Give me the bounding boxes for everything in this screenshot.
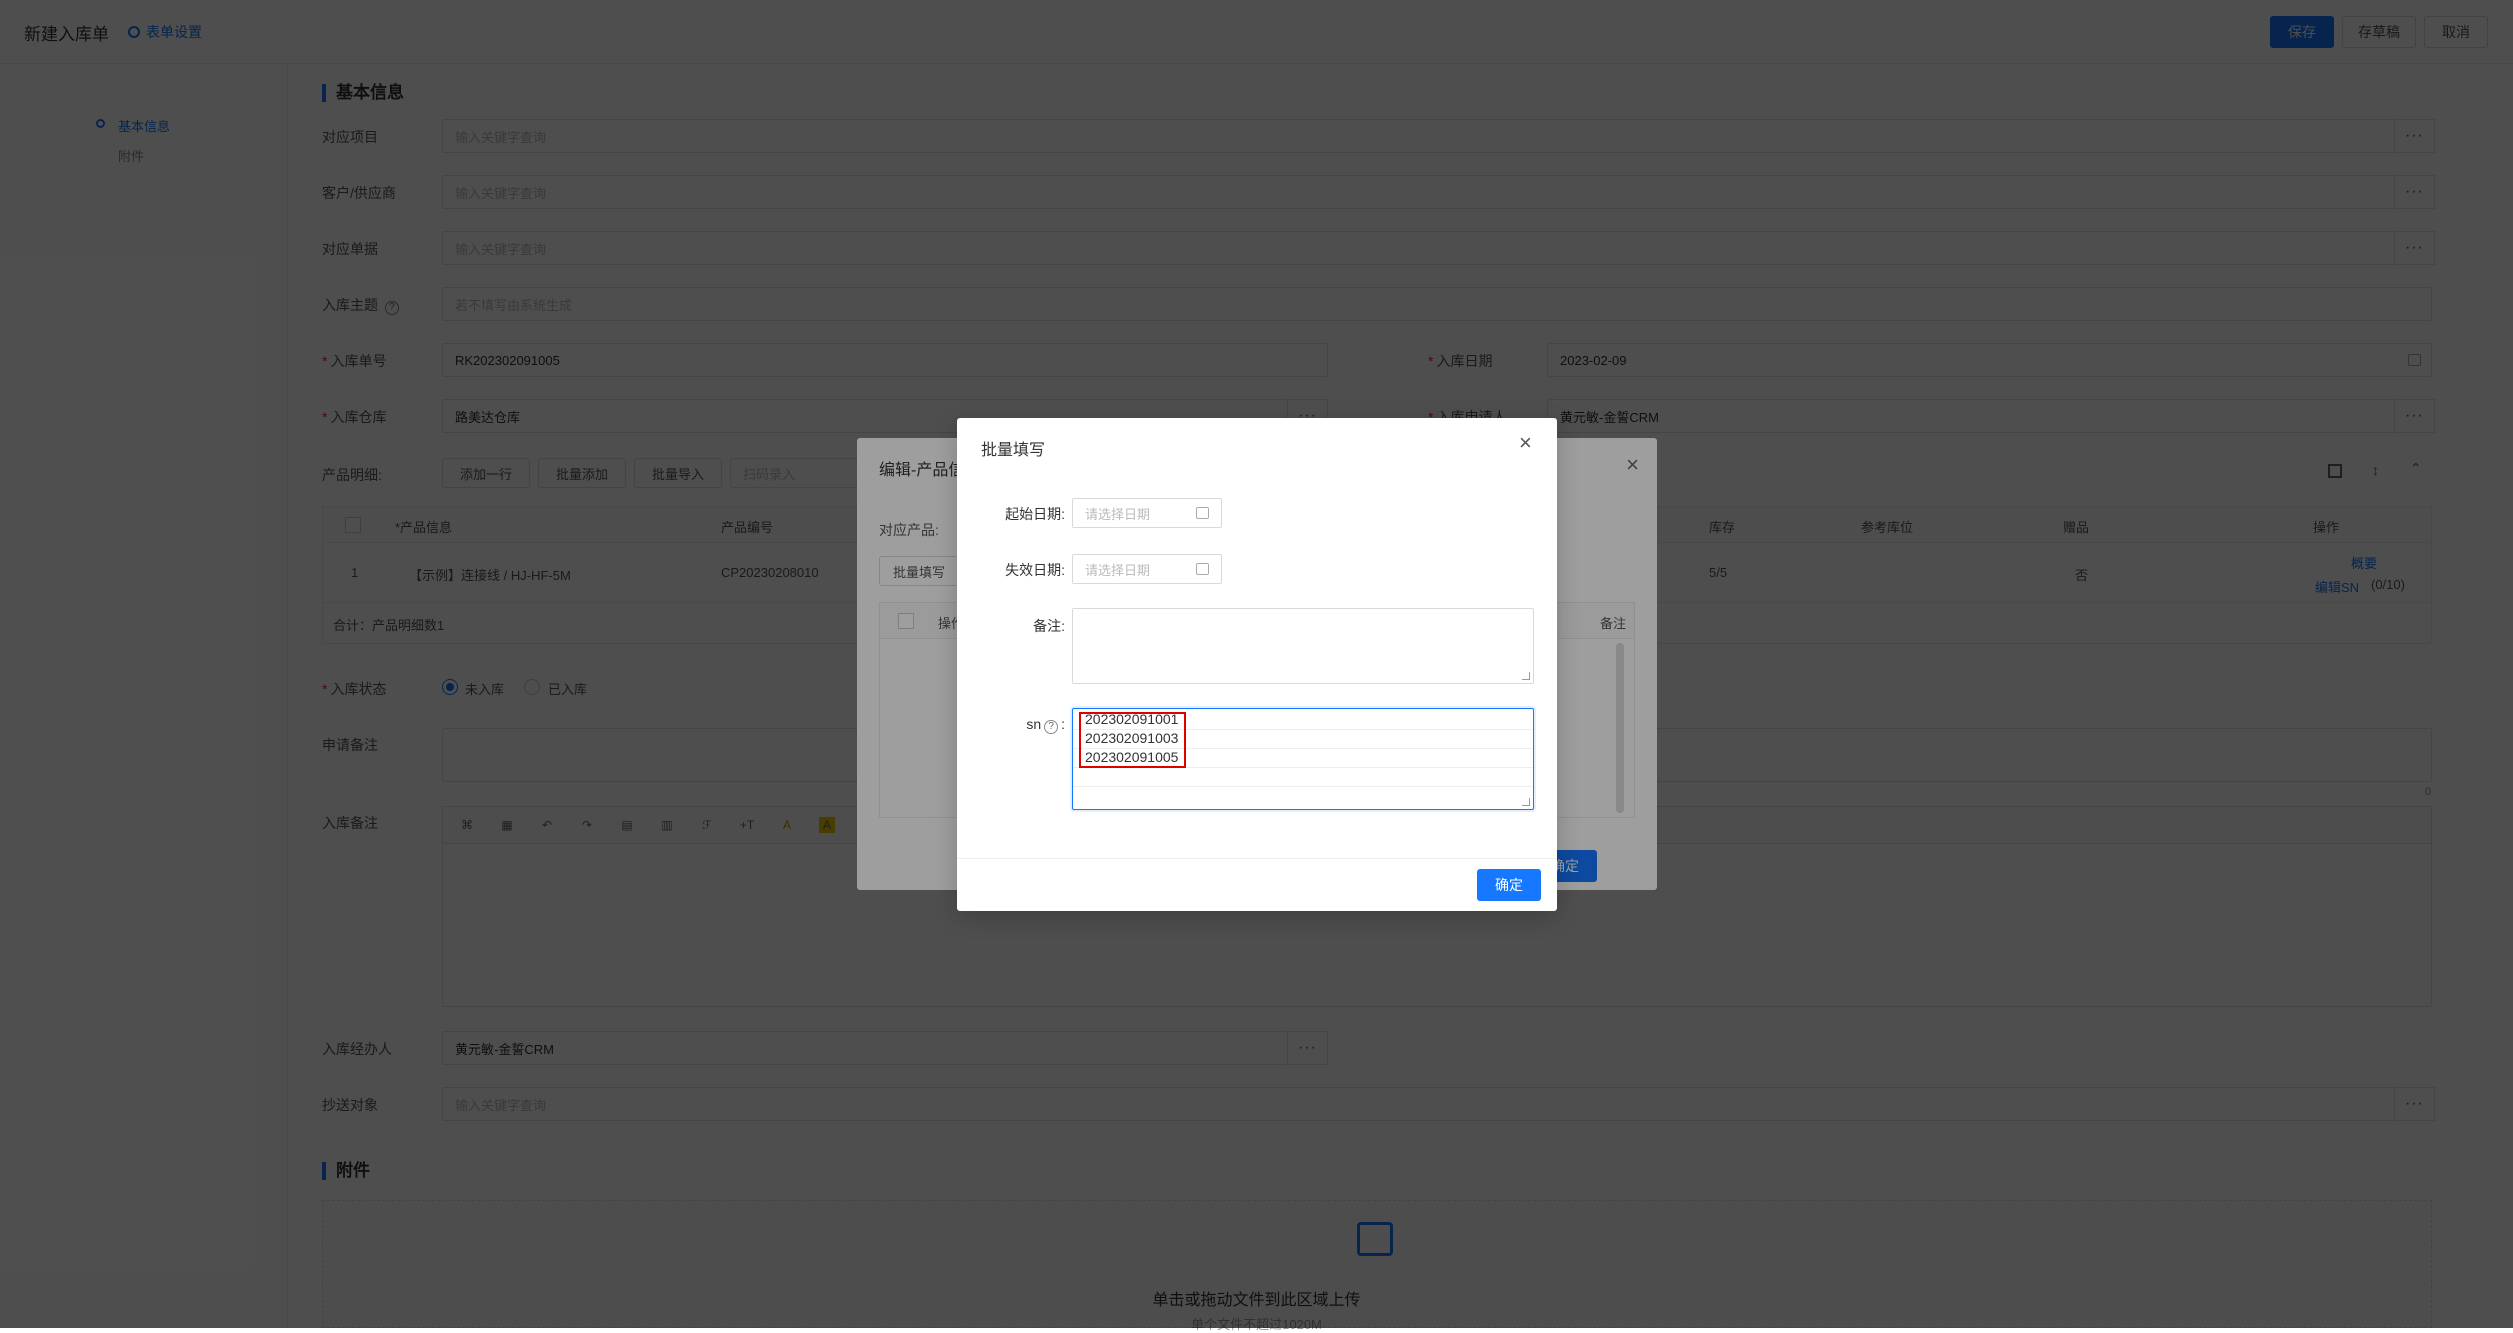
start-date-picker[interactable]: 请选择日期 — [1072, 498, 1222, 528]
remark-textarea[interactable] — [1072, 608, 1534, 684]
calendar-icon — [1196, 563, 1209, 575]
batch-dialog-close-icon[interactable]: × — [1519, 430, 1532, 456]
remark-label: 备注: — [1033, 618, 1065, 634]
help-icon: ? — [1044, 720, 1059, 734]
start-date-label: 起始日期: — [1005, 506, 1065, 522]
dialog-footer-divider — [957, 858, 1557, 859]
batch-dialog-ok-button[interactable]: 确定 — [1477, 869, 1541, 901]
highlight-box — [1079, 712, 1186, 768]
batch-dialog-title: 批量填写 — [981, 442, 1046, 459]
calendar-icon — [1196, 507, 1209, 519]
batch-fill-dialog: 批量填写 × 起始日期: 请选择日期 失效日期: 请选择日期 备注: sn?: … — [957, 418, 1557, 911]
end-date-picker[interactable]: 请选择日期 — [1072, 554, 1222, 584]
sn-label: sn?: — [1026, 716, 1065, 734]
end-date-label: 失效日期: — [1005, 562, 1065, 578]
